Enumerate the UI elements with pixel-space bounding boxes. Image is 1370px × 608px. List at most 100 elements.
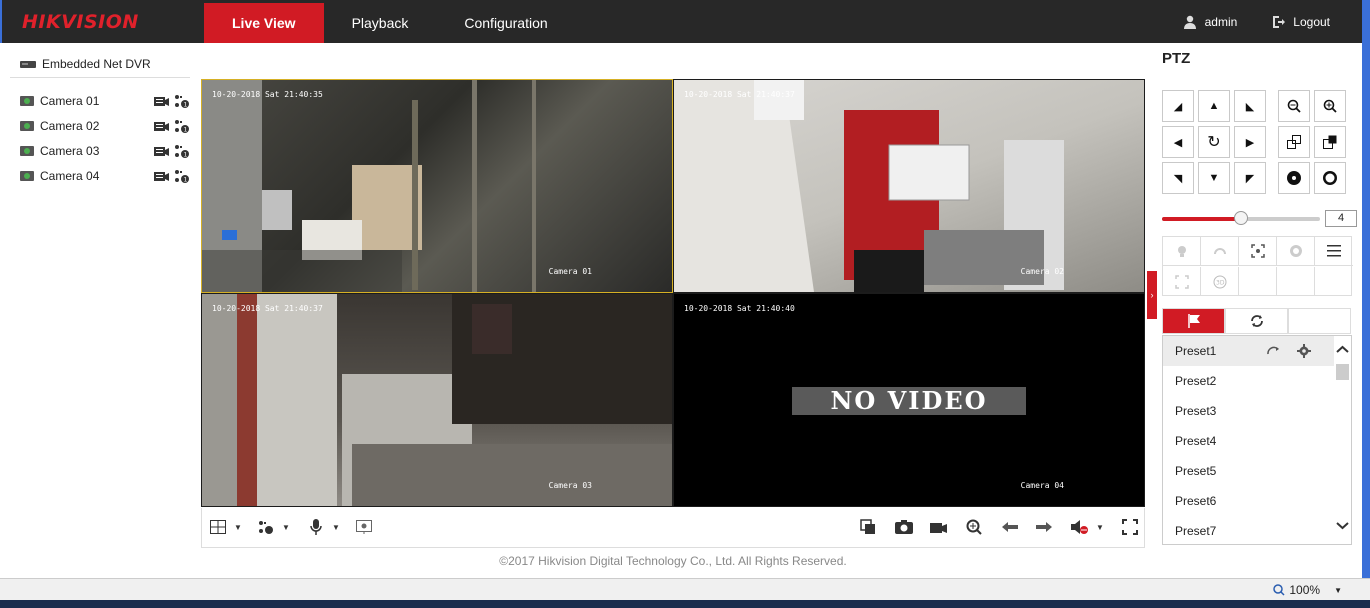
speed-fill — [1162, 217, 1241, 221]
iris-close-button[interactable] — [1278, 162, 1310, 194]
tab-configuration[interactable]: Configuration — [436, 3, 575, 43]
chevron-down-icon[interactable]: ▼ — [276, 518, 296, 536]
one-touch-focus-button[interactable] — [1239, 237, 1277, 266]
tab-playback[interactable]: Playback — [324, 3, 437, 43]
iris-close-icon — [1287, 171, 1301, 185]
start-all-live-view-icon[interactable] — [858, 518, 878, 536]
preset-scrollbar[interactable] — [1334, 336, 1351, 544]
preset-item[interactable]: Preset6 — [1163, 486, 1351, 516]
menu-icon — [1327, 245, 1341, 257]
chevron-down-icon[interactable]: ▼ — [1334, 586, 1342, 595]
pan-up-right-button[interactable]: ◣ — [1234, 90, 1266, 122]
camera-item[interactable]: Camera 02 1 — [10, 113, 190, 138]
speed-value[interactable]: 4 — [1325, 210, 1357, 227]
video-tile[interactable]: 10-20-2018 Sat 21:40:37 Camera 03 — [201, 293, 673, 507]
video-timestamp: 10-20-2018 Sat 21:40:37 — [212, 304, 323, 313]
stream-type-icon[interactable]: 1 — [174, 144, 190, 158]
previous-page-icon[interactable] — [1000, 518, 1020, 536]
camera-item[interactable]: Camera 04 1 — [10, 163, 190, 188]
camera-icon — [20, 145, 34, 156]
zoom-control[interactable]: 100% ▼ — [1273, 583, 1342, 597]
video-feed-image — [202, 294, 672, 506]
stream-type-icon[interactable] — [256, 518, 276, 536]
pan-up-button[interactable]: ▲ — [1198, 90, 1230, 122]
record-icon[interactable] — [153, 119, 169, 133]
menu-button[interactable] — [1315, 237, 1353, 266]
username[interactable]: admin — [1205, 15, 1238, 29]
tab-patrol[interactable] — [1225, 308, 1288, 334]
video-camera-name: Camera 03 — [548, 481, 592, 490]
chevron-down-icon[interactable]: ▼ — [326, 518, 346, 536]
preset-label: Preset1 — [1175, 344, 1217, 358]
record-icon[interactable] — [153, 169, 169, 183]
user-area: admin Logout — [1183, 0, 1330, 43]
zoom-out-icon — [1287, 99, 1301, 113]
copyright-text: ©2017 Hikvision Digital Technology Co., … — [499, 554, 847, 568]
device-tree: Embedded Net DVR Camera 01 1 Camera 02 1… — [10, 50, 190, 188]
next-page-icon[interactable] — [1034, 518, 1054, 536]
iris-open-button[interactable] — [1314, 162, 1346, 194]
focus-near-button[interactable] — [1278, 126, 1310, 158]
chevron-down-icon[interactable]: ▼ — [1090, 518, 1110, 536]
preset-item[interactable]: Preset3 — [1163, 396, 1351, 426]
preset-item[interactable]: Preset5 — [1163, 456, 1351, 486]
camera-item[interactable]: Camera 01 1 — [10, 88, 190, 113]
stream-type-icon[interactable]: 1 — [174, 169, 190, 183]
collapse-panel-icon[interactable]: › — [1147, 271, 1157, 319]
fullscreen-icon[interactable] — [1120, 518, 1140, 536]
manual-tracking-button[interactable] — [1163, 267, 1201, 296]
zoom-out-button[interactable] — [1278, 90, 1310, 122]
tab-live-view[interactable]: Live View — [204, 3, 324, 43]
video-tile[interactable]: 10-20-2018 Sat 21:40:37 Camera 02 — [673, 79, 1145, 293]
pan-down-right-button[interactable]: ◤ — [1234, 162, 1266, 194]
stream-type-icon[interactable]: 1 — [174, 119, 190, 133]
volume-muted-icon[interactable] — [1070, 518, 1090, 536]
patrol-icon — [1250, 315, 1263, 327]
window-layout-icon[interactable] — [208, 518, 228, 536]
tab-presets[interactable] — [1162, 308, 1225, 334]
preset-item[interactable]: Preset1 — [1163, 336, 1351, 366]
pan-down-left-button[interactable]: ◥ — [1162, 162, 1194, 194]
capture-icon[interactable] — [894, 518, 914, 536]
preset-item[interactable]: Preset2 — [1163, 366, 1351, 396]
stream-type-icon[interactable]: 1 — [174, 94, 190, 108]
logout-icon[interactable] — [1271, 15, 1286, 29]
zoom-in-button[interactable] — [1314, 90, 1346, 122]
dvr-label: Embedded Net DVR — [42, 56, 151, 71]
light-button[interactable] — [1163, 237, 1201, 266]
pan-left-button[interactable]: ◀ — [1162, 126, 1194, 158]
preset-item[interactable]: Preset7 — [1163, 516, 1351, 544]
camera-label: Camera 03 — [40, 143, 100, 158]
call-preset-icon[interactable] — [1267, 344, 1281, 358]
record-icon[interactable] — [153, 94, 169, 108]
pan-right-button[interactable]: ▶ — [1234, 126, 1266, 158]
chevron-down-icon[interactable]: ▼ — [228, 518, 248, 536]
enable-digital-zoom-icon[interactable] — [354, 518, 374, 536]
microphone-icon[interactable] — [306, 518, 326, 536]
empty-slot — [1315, 267, 1353, 296]
3d-positioning-button[interactable]: 3D — [1201, 267, 1239, 296]
zoom-in-icon[interactable] — [964, 518, 984, 536]
lens-init-button[interactable] — [1277, 237, 1315, 266]
tab-pattern[interactable] — [1288, 308, 1351, 334]
video-tile[interactable]: 10-20-2018 Sat 21:40:40 NO VIDEO Camera … — [673, 293, 1145, 507]
speed-knob[interactable] — [1234, 211, 1248, 225]
focus-far-button[interactable] — [1314, 126, 1346, 158]
ptz-speed-slider[interactable]: 4 — [1162, 210, 1357, 227]
focus-far-icon — [1323, 135, 1337, 149]
pan-up-left-button[interactable]: ◢ — [1162, 90, 1194, 122]
record-icon[interactable] — [928, 518, 948, 536]
auto-scan-button[interactable]: ↻ — [1198, 126, 1230, 158]
record-icon[interactable] — [153, 144, 169, 158]
video-tile[interactable]: 10-20-2018 Sat 21:40:35 Camera 01 — [201, 79, 673, 293]
preset-label: Preset3 — [1175, 404, 1217, 418]
pan-down-button[interactable]: ▼ — [1198, 162, 1230, 194]
gear-icon[interactable] — [1297, 344, 1311, 358]
dvr-node[interactable]: Embedded Net DVR — [10, 50, 190, 78]
camera-item[interactable]: Camera 03 1 — [10, 138, 190, 163]
preset-label: Preset7 — [1175, 524, 1217, 538]
wiper-button[interactable] — [1201, 237, 1239, 266]
logout-link[interactable]: Logout — [1293, 15, 1330, 29]
preset-item[interactable]: Preset4 — [1163, 426, 1351, 456]
video-grid: 10-20-2018 Sat 21:40:35 Camera 01 10-20-… — [201, 79, 1145, 507]
